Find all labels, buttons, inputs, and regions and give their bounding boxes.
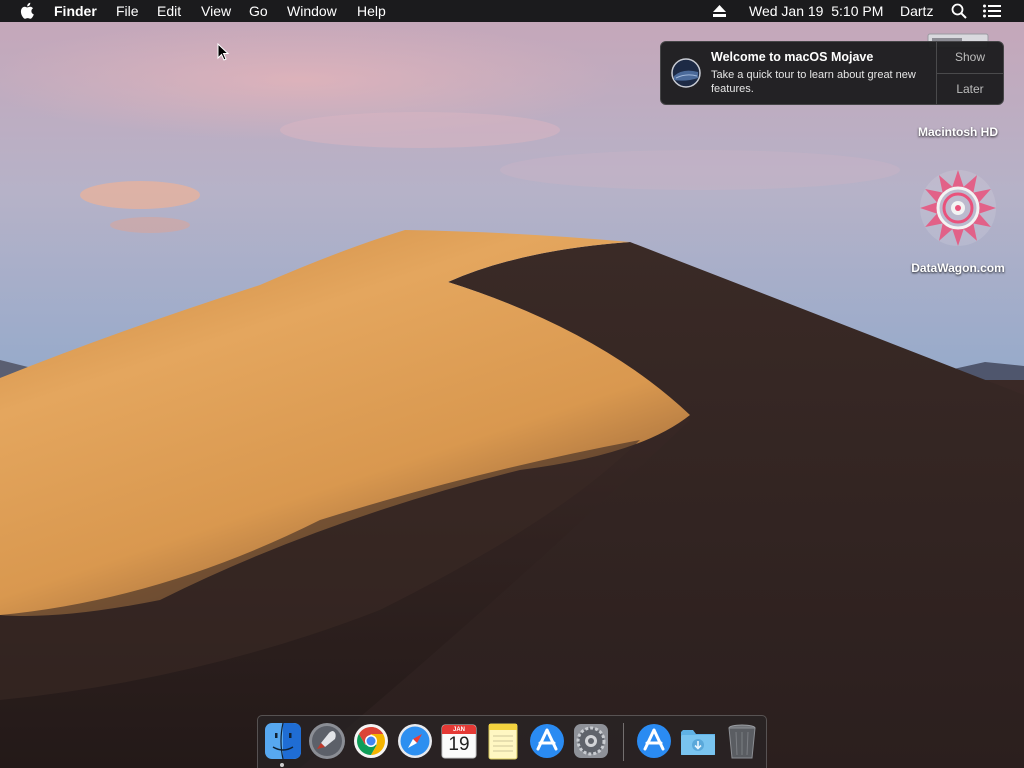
dock-item-safari[interactable]	[395, 721, 435, 761]
dock-item-launchpad[interactable]	[307, 721, 347, 761]
dock-item-downloads[interactable]	[678, 721, 718, 761]
launchpad-icon	[309, 723, 345, 759]
mojave-installer-icon	[671, 58, 701, 88]
dock-separator	[623, 723, 624, 761]
finder-running-indicator	[280, 763, 284, 767]
apple-icon[interactable]	[20, 2, 36, 19]
applications-stack-icon	[637, 724, 671, 758]
finder-icon	[265, 722, 301, 760]
dock: JAN 19	[257, 715, 767, 768]
system-preferences-icon	[574, 724, 608, 758]
eject-icon[interactable]	[713, 5, 726, 17]
notification-center-icon[interactable]	[983, 4, 1001, 18]
menubar-user-name[interactable]: Dartz	[900, 3, 933, 19]
notes-icon	[488, 723, 518, 760]
menu-bar: Finder File Edit View Go Window Help Wed…	[0, 0, 1024, 22]
app-store-icon	[530, 724, 564, 758]
dock-item-chrome[interactable]	[351, 721, 391, 761]
dock-item-app-store[interactable]	[527, 721, 567, 761]
calendar-month: JAN	[452, 727, 465, 733]
show-button[interactable]: Show	[937, 42, 1003, 74]
spotlight-icon[interactable]	[951, 3, 967, 19]
desktop-item-label: Macintosh HD	[917, 125, 998, 139]
chrome-icon	[354, 724, 388, 758]
menu-window[interactable]: Window	[287, 3, 337, 19]
welcome-notification[interactable]: Welcome to macOS Mojave Take a quick tou…	[660, 41, 1004, 105]
desktop-wallpaper	[0, 0, 1024, 768]
mouse-cursor-icon	[217, 43, 229, 61]
mandala-image-icon	[920, 170, 996, 246]
safari-icon	[398, 724, 432, 758]
dock-item-notes[interactable]	[483, 721, 523, 761]
dock-item-calendar[interactable]: JAN 19	[439, 721, 479, 761]
menu-file[interactable]: File	[116, 3, 139, 19]
downloads-folder-icon	[681, 730, 715, 755]
dock-item-finder[interactable]	[263, 721, 303, 761]
dock-item-applications[interactable]	[634, 721, 674, 761]
menu-go[interactable]: Go	[249, 3, 268, 19]
desktop-item-datawagon[interactable]: DataWagon.com	[900, 166, 1016, 278]
calendar-day: 19	[448, 734, 470, 755]
menubar-clock[interactable]: Wed Jan 19 5:10 PM	[749, 3, 883, 19]
later-button[interactable]: Later	[937, 74, 1003, 105]
notification-body: Take a quick tour to learn about great n…	[711, 69, 916, 95]
menu-help[interactable]: Help	[357, 3, 386, 19]
notification-title: Welcome to macOS Mojave	[711, 50, 874, 64]
dock-item-trash[interactable]	[722, 721, 762, 761]
dock-item-system-preferences[interactable]	[571, 721, 611, 761]
desktop-item-label: DataWagon.com	[911, 261, 1005, 275]
menu-edit[interactable]: Edit	[157, 3, 181, 19]
menu-view[interactable]: View	[201, 3, 231, 19]
trash-icon	[728, 724, 756, 759]
menu-app-finder[interactable]: Finder	[54, 3, 97, 19]
